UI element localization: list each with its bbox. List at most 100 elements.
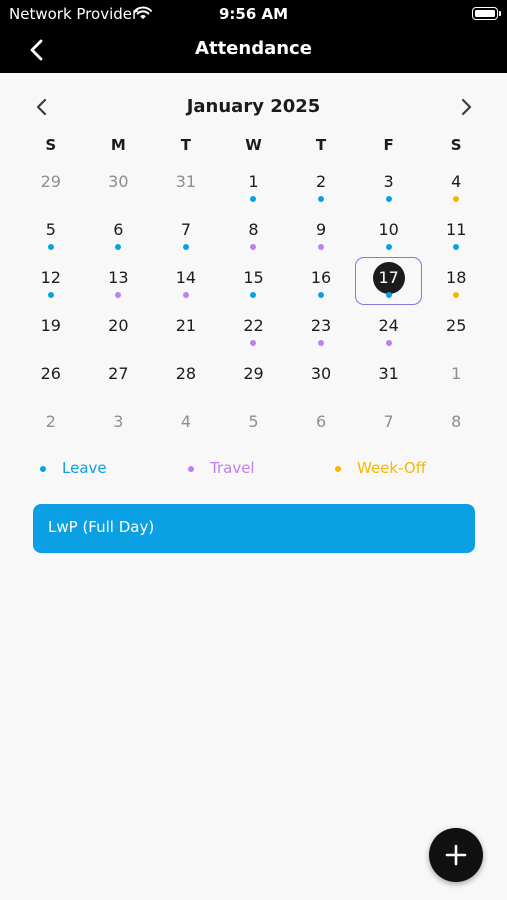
day-number: 22 [243, 316, 264, 335]
event-card[interactable]: LwP (Full Day) [33, 504, 475, 553]
calendar-day[interactable]: 10 [355, 210, 423, 258]
day-number: 17 [378, 268, 399, 287]
day-number: 6 [113, 220, 124, 239]
day-number: 13 [108, 268, 129, 287]
calendar-day[interactable]: 30 [287, 354, 355, 402]
day-number: 20 [108, 316, 129, 335]
weekday-label: M [110, 136, 126, 154]
day-number: 21 [175, 316, 197, 335]
page-title: Attendance [195, 38, 312, 59]
calendar-day[interactable]: 5 [17, 210, 85, 258]
calendar-day[interactable]: 24 [355, 306, 423, 354]
calendar-day[interactable]: 1 [220, 162, 288, 210]
calendar-day[interactable]: 6 [287, 402, 355, 450]
event-dot-travel [318, 340, 325, 346]
day-number: 9 [315, 220, 327, 239]
calendar-day[interactable]: 4 [152, 402, 220, 450]
calendar-day[interactable]: 8 [422, 402, 490, 450]
day-number: 12 [40, 268, 61, 287]
day-number: 10 [378, 220, 399, 239]
event-dot-leave [47, 244, 54, 250]
calendar-day[interactable]: 14 [152, 258, 220, 306]
event-dot-leave [385, 292, 392, 298]
calendar-day[interactable]: 28 [152, 354, 220, 402]
calendar-day[interactable]: 7 [355, 402, 423, 450]
day-number: 23 [310, 316, 332, 335]
legend-leave-dot [40, 466, 46, 472]
plus-icon [445, 844, 467, 866]
calendar-day[interactable]: 31 [152, 162, 220, 210]
calendar-day[interactable]: 3 [355, 162, 423, 210]
calendar-day[interactable]: 5 [220, 402, 288, 450]
event-dot-leave [318, 292, 325, 298]
event-dot-travel [385, 340, 392, 346]
day-number: 6 [315, 412, 327, 431]
day-number: 31 [378, 364, 399, 383]
calendar-header: January 2025 [0, 92, 507, 122]
day-number: 26 [40, 364, 61, 383]
day-number: 16 [310, 268, 332, 287]
day-number: 18 [446, 268, 467, 287]
calendar-day[interactable]: 21 [152, 306, 220, 354]
calendar-day[interactable]: 2 [287, 162, 355, 210]
event-label: LwP (Full Day) [48, 518, 155, 536]
next-month-chevron-icon[interactable] [456, 96, 476, 118]
event-dot-leave [385, 196, 392, 202]
event-dot-leave [453, 244, 460, 250]
event-dot-leave [385, 244, 392, 250]
weekday-label: T [315, 136, 327, 154]
calendar-day[interactable]: 16 [287, 258, 355, 306]
event-dot-travel [115, 292, 122, 298]
calendar-day[interactable]: 8 [220, 210, 288, 258]
day-number: 24 [378, 316, 399, 335]
day-number: 14 [175, 268, 197, 287]
day-number: 3 [383, 172, 394, 191]
day-number: 19 [40, 316, 61, 335]
battery-icon [472, 7, 501, 20]
calendar-day-selected[interactable]: 17 [354, 257, 423, 306]
calendar-day[interactable]: 15 [220, 258, 288, 306]
calendar-day[interactable]: 27 [85, 354, 153, 402]
day-number: 11 [446, 220, 467, 239]
day-number: 8 [248, 220, 259, 239]
calendar-day[interactable]: 30 [85, 162, 153, 210]
day-number: 30 [108, 172, 129, 191]
calendar-day[interactable]: 29 [17, 162, 85, 210]
status-bar: Network Provider 9:56 AM [0, 0, 507, 28]
event-dot-leave [182, 244, 189, 250]
calendar-day[interactable]: 4 [422, 162, 490, 210]
calendar-day[interactable]: 19 [17, 306, 85, 354]
calendar-grid: 29 30 31 1 2 3 4 5 6 7 8 9 10 11 12 13 14 15 16 17 18 19 20 21 2… [17, 162, 490, 450]
calendar-day[interactable]: 18 [422, 258, 490, 306]
nav-bar: Attendance [0, 28, 507, 73]
day-number: 2 [315, 172, 327, 191]
calendar-day[interactable]: 7 [152, 210, 220, 258]
legend-weekoff-label: Week-Off [357, 459, 427, 477]
calendar-day[interactable]: 31 [355, 354, 423, 402]
legend-travel-label: Travel [210, 459, 255, 477]
event-dot-travel [182, 292, 189, 298]
calendar-day[interactable]: 3 [85, 402, 153, 450]
calendar-day[interactable]: 25 [422, 306, 490, 354]
calendar-day[interactable]: 20 [85, 306, 153, 354]
day-number: 27 [108, 364, 129, 383]
event-dot-travel [250, 340, 257, 346]
event-dot-weekoff [453, 292, 460, 298]
calendar-day[interactable]: 26 [17, 354, 85, 402]
day-number: 1 [451, 364, 462, 383]
day-number: 4 [180, 412, 192, 431]
calendar-day[interactable]: 29 [220, 354, 288, 402]
calendar-day[interactable]: 6 [85, 210, 153, 258]
day-number: 3 [113, 412, 124, 431]
calendar-day[interactable]: 1 [422, 354, 490, 402]
calendar-day[interactable]: 13 [85, 258, 153, 306]
calendar-day[interactable]: 9 [287, 210, 355, 258]
weekday-label: T [180, 136, 192, 154]
add-button[interactable] [429, 828, 483, 882]
day-number: 5 [248, 412, 259, 431]
calendar-day[interactable]: 11 [422, 210, 490, 258]
calendar-day[interactable]: 22 [220, 306, 288, 354]
calendar-day[interactable]: 12 [17, 258, 85, 306]
calendar-day[interactable]: 23 [287, 306, 355, 354]
calendar-day[interactable]: 2 [17, 402, 85, 450]
